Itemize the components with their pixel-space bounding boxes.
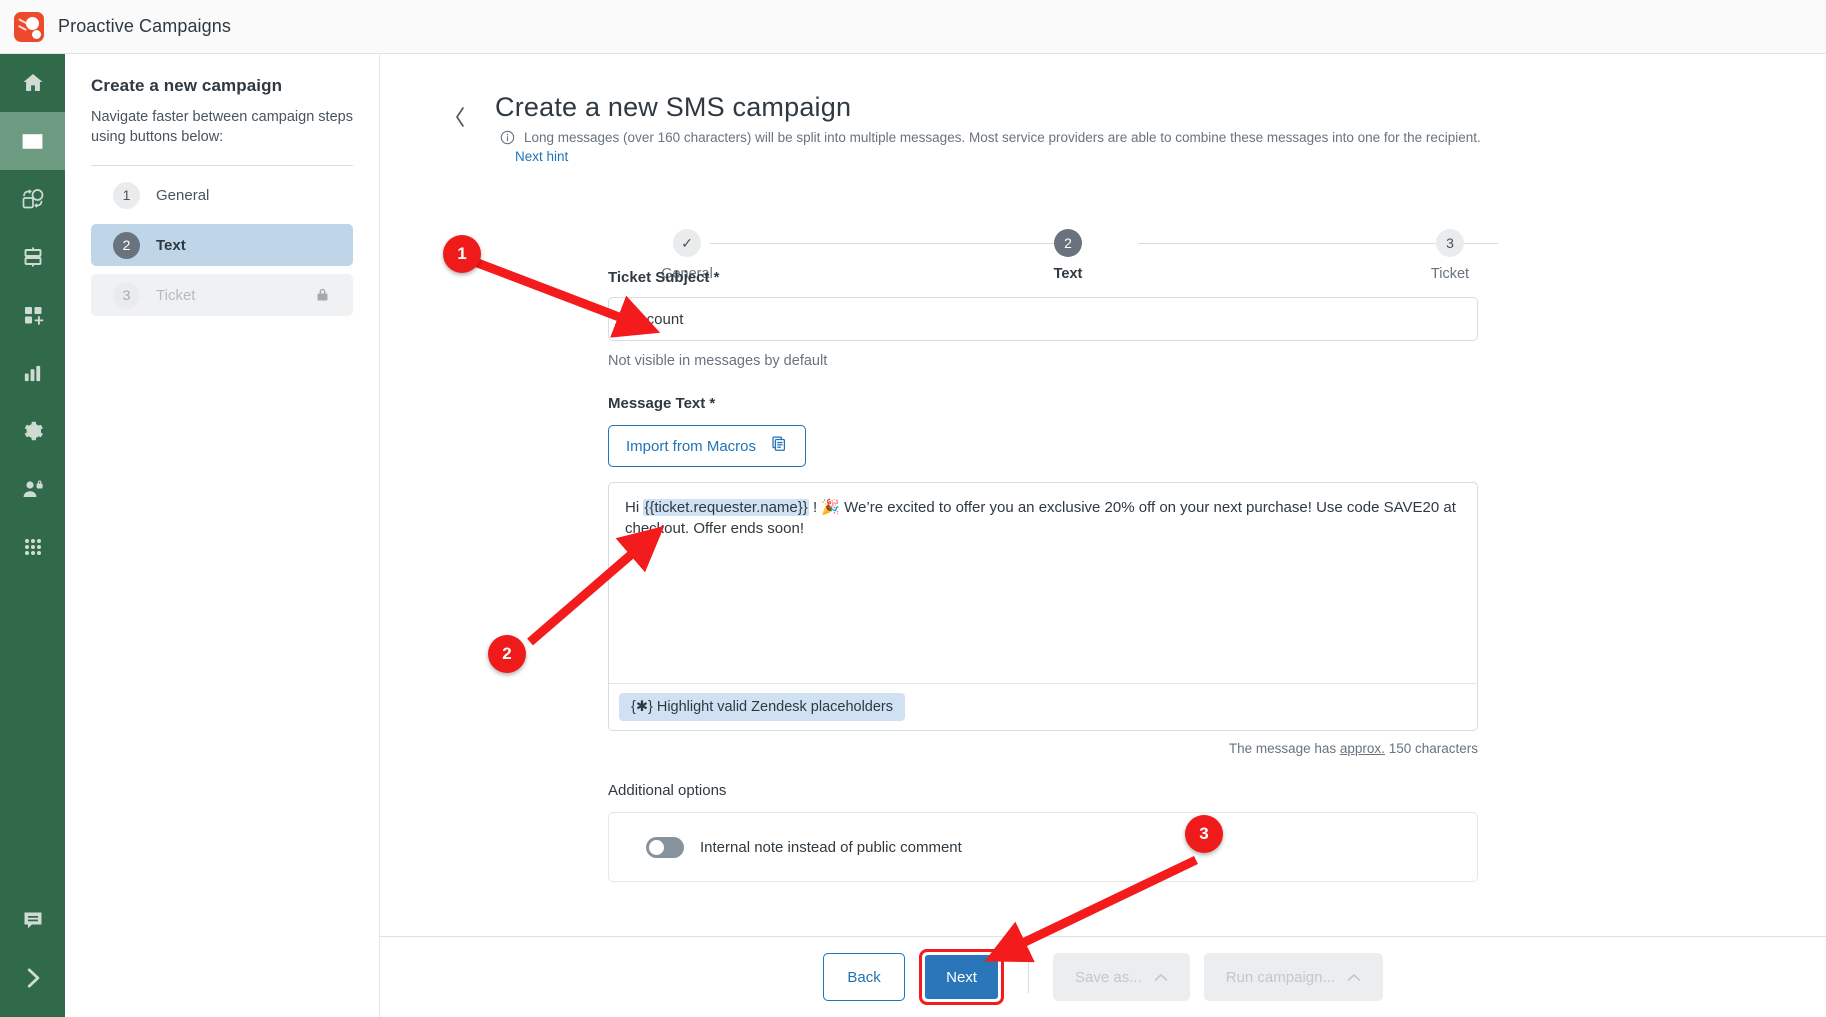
- annotation-badge-1: 1: [443, 235, 481, 273]
- annotation-number: 3: [1199, 824, 1209, 843]
- annotation-number: 2: [502, 644, 512, 663]
- annotation-badge-2: 2: [488, 635, 526, 673]
- annotation-arrow-3: [984, 855, 1198, 963]
- app-root: Proactive Campaigns Create a new campaig…: [0, 0, 1826, 1017]
- annotation-badge-3: 3: [1185, 815, 1223, 853]
- annotation-number: 1: [457, 244, 467, 263]
